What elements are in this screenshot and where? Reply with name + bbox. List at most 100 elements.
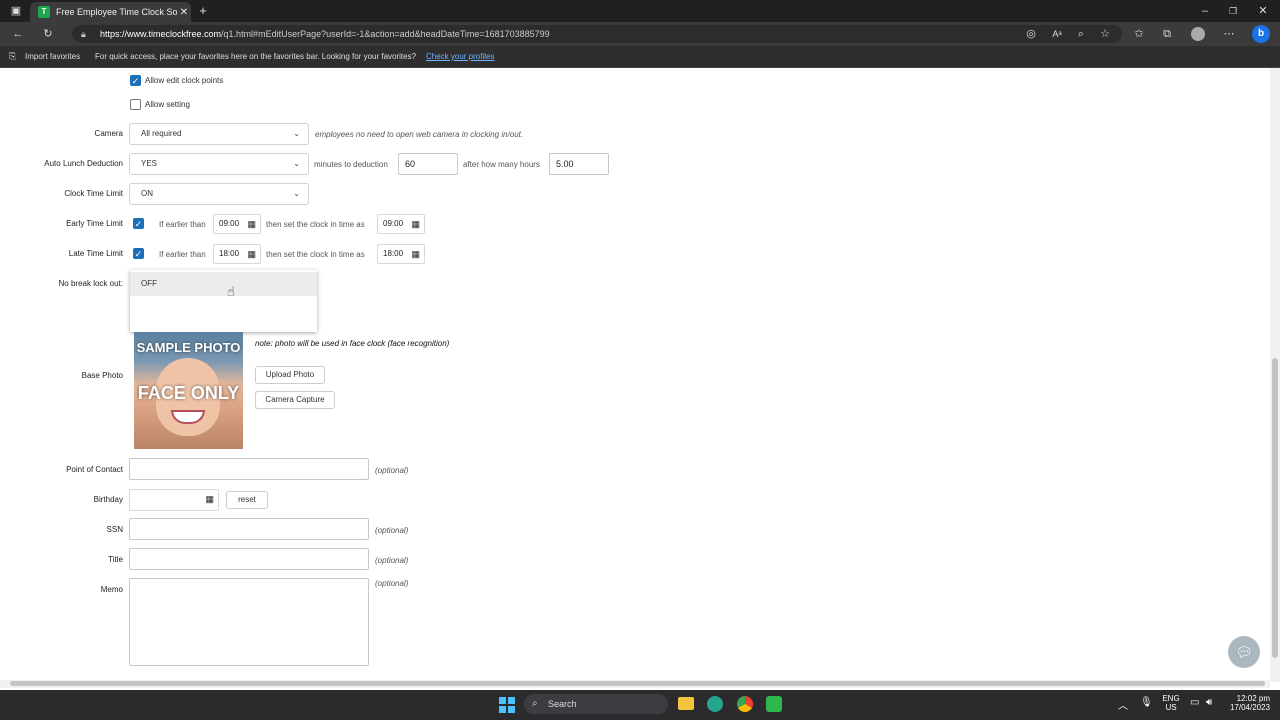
chevron-up-icon[interactable]: ︿ bbox=[1118, 697, 1128, 712]
check-profiles-link[interactable]: Check your profiles bbox=[426, 52, 494, 61]
calendar-icon[interactable]: ▦ bbox=[411, 245, 420, 263]
tab-title: Free Employee Time Clock Softw bbox=[56, 7, 177, 17]
hours-input[interactable]: 5.00 bbox=[549, 153, 609, 175]
camera-label: Camera bbox=[94, 129, 123, 138]
import-icon: ⎘ bbox=[9, 51, 17, 61]
early-set-time-input[interactable]: 09:00 ▦ bbox=[377, 214, 425, 234]
file-explorer-icon[interactable] bbox=[678, 697, 694, 710]
early-time-limit-checkbox[interactable]: ✓ bbox=[133, 218, 144, 229]
close-tab-icon[interactable]: ✕ bbox=[177, 7, 191, 18]
title-label: Title bbox=[108, 555, 123, 564]
base-photo-image: SAMPLE PHOTO FACE ONLY bbox=[134, 332, 243, 449]
close-window-icon[interactable]: ✕ bbox=[1254, 1, 1272, 21]
new-tab-icon[interactable]: + bbox=[194, 1, 212, 21]
chat-icon[interactable]: 💬︎ bbox=[1228, 636, 1260, 668]
dropdown-menu: OFF bbox=[130, 270, 317, 332]
late-time-value: 18:00 bbox=[219, 249, 240, 258]
late-set-time-input[interactable]: 18:00 ▦ bbox=[377, 244, 425, 264]
taskbar-search[interactable]: ⌕ Search bbox=[524, 694, 668, 714]
early-set-time-value: 09:00 bbox=[383, 219, 404, 228]
zoom-icon[interactable]: ⌕ bbox=[1074, 24, 1088, 44]
search-icon: ⌕ bbox=[532, 698, 538, 709]
calendar-icon[interactable]: ▦ bbox=[411, 215, 420, 233]
windows-start-icon[interactable] bbox=[499, 697, 515, 713]
address-bar[interactable]: 🔒︎ https://www.timeclockfree.com/q1.html… bbox=[72, 25, 1122, 43]
browser-tab[interactable]: T Free Employee Time Clock Softw ✕ bbox=[30, 2, 191, 22]
reset-button[interactable]: reset bbox=[226, 491, 268, 509]
language-line-1: ENG bbox=[1162, 694, 1180, 703]
tab-actions-icon[interactable]: ▣ bbox=[6, 1, 26, 21]
after-hours-label: after how many hours bbox=[463, 160, 540, 169]
calendar-icon[interactable]: ▦ bbox=[205, 490, 214, 508]
profile-avatar[interactable] bbox=[1191, 27, 1205, 41]
point-of-contact-label: Point of Contact bbox=[66, 465, 123, 474]
vertical-scroll-thumb[interactable] bbox=[1272, 358, 1278, 658]
taskbar-search-label: Search bbox=[548, 699, 577, 709]
allow-setting-checkbox[interactable] bbox=[130, 99, 141, 110]
photo-note: note: photo will be used in face clock (… bbox=[255, 339, 450, 348]
edge-icon[interactable] bbox=[707, 696, 723, 712]
auto-lunch-select-value: YES bbox=[141, 159, 158, 168]
clock-time-limit-select[interactable]: ON ⌄ bbox=[129, 183, 309, 205]
late-if-earlier-label: If earlier than bbox=[159, 250, 206, 259]
memo-textarea[interactable] bbox=[129, 578, 369, 666]
site-favicon-icon: T bbox=[38, 6, 50, 18]
clock-time: 12:02 pm bbox=[1236, 694, 1270, 703]
volume-icon[interactable]: 🔊︎ bbox=[1206, 697, 1212, 708]
horizontal-scroll-thumb[interactable] bbox=[10, 681, 1265, 686]
url-path: /q1.html#mEditUserPage?userId=-1&action=… bbox=[221, 29, 550, 39]
early-time-value: 09:00 bbox=[219, 219, 240, 228]
upload-photo-button[interactable]: Upload Photo bbox=[255, 366, 325, 384]
auto-lunch-select[interactable]: YES ⌄ bbox=[129, 153, 309, 175]
calendar-icon[interactable]: ▦ bbox=[247, 245, 256, 263]
more-menu-icon[interactable]: ⋯ bbox=[1222, 24, 1236, 44]
read-aloud-icon[interactable]: Aᵃ bbox=[1050, 24, 1064, 44]
allow-setting-label: Allow setting bbox=[145, 100, 190, 109]
calendar-icon[interactable]: ▦ bbox=[247, 215, 256, 233]
no-break-lock-out-label: No break lock out: bbox=[58, 279, 123, 288]
point-of-contact-input[interactable] bbox=[129, 458, 369, 480]
back-icon[interactable]: ← bbox=[8, 24, 28, 44]
ssn-input[interactable] bbox=[129, 518, 369, 540]
allow-edit-clock-points-checkbox[interactable]: ✓ bbox=[130, 75, 141, 86]
birthday-label: Birthday bbox=[93, 495, 123, 504]
favorites-bar: ⎘ Import favorites For quick access, pla… bbox=[0, 46, 1280, 68]
dropdown-option-off[interactable]: OFF bbox=[130, 272, 317, 296]
base-photo-label: Base Photo bbox=[81, 371, 123, 380]
favorites-message: For quick access, place your favorites h… bbox=[95, 52, 417, 61]
memo-label: Memo bbox=[100, 585, 123, 594]
camera-select[interactable]: All required ⌄ bbox=[129, 123, 309, 145]
app-icon[interactable] bbox=[766, 696, 782, 712]
late-time-limit-checkbox[interactable]: ✓ bbox=[133, 248, 144, 259]
system-clock[interactable]: 12:02 pm 17/04/2023 bbox=[1226, 694, 1270, 712]
hand-cursor-icon: ☝︎ bbox=[227, 284, 235, 299]
favorite-star-icon[interactable]: ☆ bbox=[1098, 24, 1112, 44]
ssn-optional: (optional) bbox=[375, 526, 409, 535]
title-optional: (optional) bbox=[375, 556, 409, 565]
face-only-text: FACE ONLY bbox=[137, 383, 240, 403]
restore-icon[interactable]: ❐ bbox=[1224, 1, 1242, 21]
minutes-input[interactable]: 60 bbox=[398, 153, 458, 175]
late-time-limit-label: Late Time Limit bbox=[68, 249, 123, 258]
title-input[interactable] bbox=[129, 548, 369, 570]
auto-lunch-label: Auto Lunch Deduction bbox=[44, 159, 123, 168]
location-icon[interactable]: ◎ bbox=[1024, 24, 1038, 44]
refresh-icon[interactable]: ↻ bbox=[38, 24, 58, 44]
chevron-down-icon: ⌄ bbox=[293, 129, 300, 138]
early-time-input[interactable]: 09:00 ▦ bbox=[213, 214, 261, 234]
collections-icon[interactable]: ⧉ bbox=[1160, 24, 1174, 44]
birthday-input[interactable]: ▦ bbox=[129, 489, 219, 511]
network-icon[interactable]: ▭ bbox=[1190, 697, 1199, 708]
minimize-icon[interactable]: – bbox=[1196, 1, 1214, 21]
import-favorites[interactable]: Import favorites bbox=[25, 52, 80, 61]
language-indicator[interactable]: ENG US bbox=[1160, 694, 1182, 712]
horizontal-scrollbar[interactable] bbox=[0, 680, 1270, 688]
late-time-input[interactable]: 18:00 ▦ bbox=[213, 244, 261, 264]
camera-capture-button[interactable]: Camera Capture bbox=[255, 391, 335, 409]
vertical-scrollbar[interactable] bbox=[1270, 68, 1280, 682]
microphone-icon[interactable]: 🎙︎ bbox=[1140, 697, 1153, 708]
chevron-down-icon: ⌄ bbox=[293, 159, 300, 168]
chrome-icon[interactable] bbox=[737, 696, 753, 712]
favorites-icon[interactable]: ✩ bbox=[1132, 24, 1146, 44]
bing-icon[interactable]: b bbox=[1252, 25, 1270, 43]
